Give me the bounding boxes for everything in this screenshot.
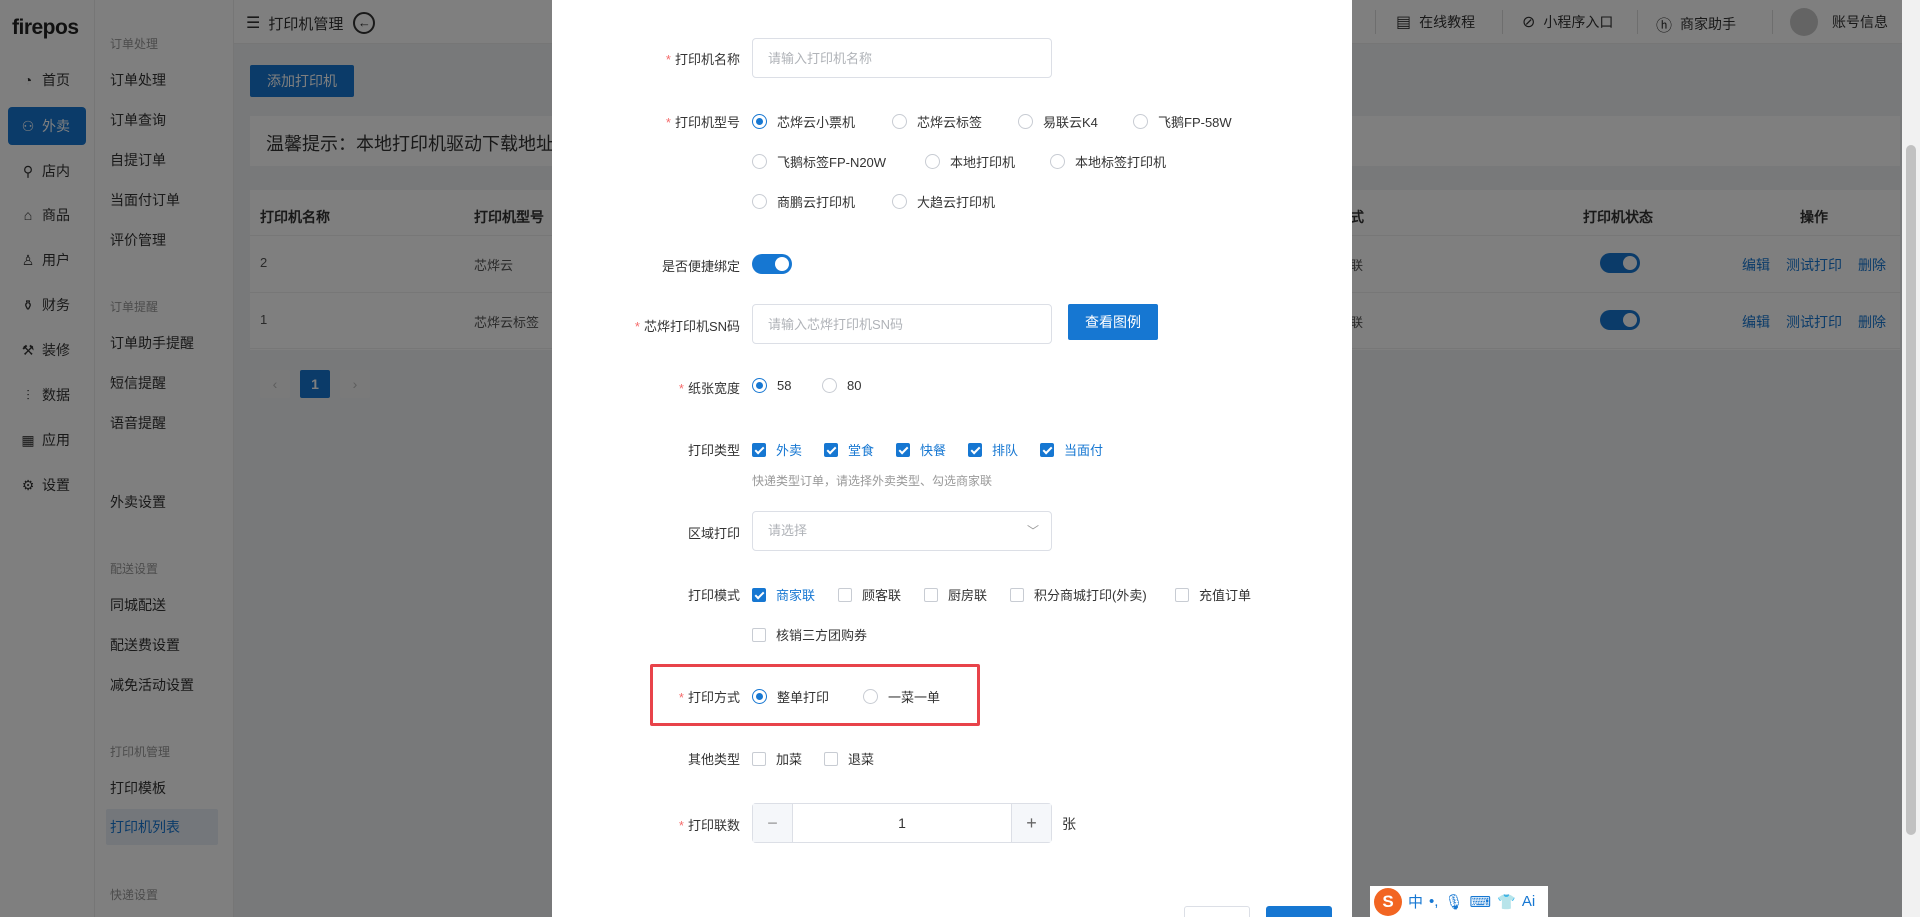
sogou-logo-icon[interactable]: S — [1374, 887, 1402, 916]
required-mark: * — [665, 52, 671, 67]
decrement-button[interactable]: − — [753, 804, 793, 842]
model-option[interactable]: 商鹏云打印机 — [752, 192, 855, 211]
checkbox-box — [924, 587, 938, 602]
paper-label: * 纸张宽度 — [678, 381, 740, 396]
checkbox-box — [824, 751, 838, 766]
model-option[interactable]: 大趋云打印机 — [892, 192, 995, 211]
radio-dot — [1133, 114, 1148, 129]
area-label: 区域打印 — [687, 526, 740, 541]
checkbox-box — [752, 587, 766, 602]
print-mode-checkbox[interactable]: 充值订单 — [1175, 585, 1251, 604]
radio-dot — [863, 689, 878, 704]
other-type-checkbox[interactable]: 加菜 — [752, 749, 802, 768]
model-option[interactable]: 本地标签打印机 — [1050, 152, 1166, 171]
print-type-checkbox[interactable]: 堂食 — [824, 440, 874, 459]
print-type-checkbox[interactable]: 快餐 — [896, 440, 946, 459]
sn-label: * 芯烨打印机SN码 — [634, 319, 740, 334]
model-option[interactable]: 本地打印机 — [925, 152, 1015, 171]
radio-dot — [752, 194, 767, 209]
checkbox-box — [1040, 442, 1054, 457]
radio-dot — [892, 194, 907, 209]
radio-dot — [752, 114, 767, 129]
quick-bind-toggle[interactable] — [752, 254, 792, 274]
radio-dot — [752, 154, 767, 169]
paper-option[interactable]: 80 — [822, 378, 861, 393]
radio-dot — [1050, 154, 1065, 169]
required-mark: * — [678, 690, 684, 705]
skin-icon[interactable]: 👕 — [1497, 893, 1516, 911]
model-option[interactable]: 芯烨云标签 — [892, 112, 982, 131]
view-example-button[interactable]: 查看图例 — [1068, 304, 1158, 340]
print-mode-checkbox[interactable]: 顾客联 — [838, 585, 901, 604]
print-type-checkbox[interactable]: 外卖 — [752, 440, 802, 459]
print-mode-checkbox[interactable]: 积分商城打印(外卖) — [1010, 585, 1147, 604]
cancel-button[interactable] — [1184, 906, 1250, 917]
sn-input[interactable] — [752, 304, 1052, 344]
bind-label: 是否便捷绑定 — [661, 259, 740, 274]
copies-stepper: − 1 + — [752, 803, 1052, 843]
checkbox-box — [824, 442, 838, 457]
print-mode-checkbox[interactable]: 核销三方团购券 — [752, 625, 867, 644]
model-option[interactable]: 飞鹅标签FP-N20W — [752, 152, 886, 171]
checkbox-box — [838, 587, 852, 602]
ime-lang-toggle[interactable]: 中 — [1408, 891, 1423, 912]
print-type-hint: 快递类型订单，请选择外卖类型、勾选商家联 — [752, 474, 993, 488]
checkbox-box — [968, 442, 982, 457]
radio-dot — [1018, 114, 1033, 129]
radio-dot — [752, 689, 767, 704]
area-select[interactable]: 请选择 ﹀ — [752, 511, 1052, 551]
required-mark: * — [678, 381, 684, 396]
paper-option[interactable]: 58 — [752, 378, 791, 393]
required-mark: * — [665, 115, 671, 130]
checkbox-box — [752, 442, 766, 457]
checkbox-box — [896, 442, 910, 457]
radio-dot — [925, 154, 940, 169]
confirm-button[interactable] — [1266, 906, 1332, 917]
copies-value[interactable]: 1 — [793, 804, 1011, 842]
required-mark: * — [634, 319, 640, 334]
print-type-label: 打印类型 — [687, 443, 740, 458]
other-label: 其他类型 — [687, 752, 740, 767]
keyboard-icon[interactable]: ⌨ — [1469, 893, 1491, 911]
ime-punct-toggle[interactable]: •, — [1429, 893, 1438, 910]
ai-icon[interactable]: Ai — [1522, 893, 1535, 910]
increment-button[interactable]: + — [1011, 804, 1051, 842]
mode-label: 打印模式 — [687, 588, 740, 603]
printer-name-input[interactable] — [752, 38, 1052, 78]
method-label: * 打印方式 — [678, 690, 740, 705]
radio-dot — [892, 114, 907, 129]
required-mark: * — [678, 818, 684, 833]
chevron-down-icon: ﹀ — [1026, 524, 1039, 538]
print-type-checkbox[interactable]: 当面付 — [1040, 440, 1103, 459]
name-label: * 打印机名称 — [665, 52, 740, 67]
model-option[interactable]: 易联云K4 — [1018, 112, 1098, 131]
checkbox-box — [1010, 587, 1024, 602]
model-option[interactable]: 飞鹅FP-58W — [1133, 112, 1232, 131]
copies-unit: 张 — [1062, 816, 1076, 832]
printer-dialog: *打印机名称 *打印机型号 芯烨云小票机 芯烨云标签 易联云K4 飞鹅FP-58… — [552, 0, 1352, 917]
other-type-checkbox[interactable]: 退菜 — [824, 749, 874, 768]
checkbox-box — [752, 627, 766, 642]
copies-label: * 打印联数 — [678, 818, 740, 833]
model-label: * 打印机型号 — [665, 115, 740, 130]
print-mode-checkbox[interactable]: 厨房联 — [924, 585, 987, 604]
ime-toolbar: S 中 •, 🎙 ⌨ 👕 Ai — [1370, 886, 1548, 917]
print-type-checkbox[interactable]: 排队 — [968, 440, 1018, 459]
microphone-icon[interactable]: 🎙 — [1444, 893, 1463, 911]
radio-dot — [752, 378, 767, 393]
scrollbar-thumb[interactable] — [1906, 145, 1916, 835]
checkbox-box — [752, 751, 766, 766]
method-option[interactable]: 一菜一单 — [863, 687, 940, 706]
checkbox-box — [1175, 587, 1189, 602]
print-mode-checkbox[interactable]: 商家联 — [752, 585, 815, 604]
radio-dot — [822, 378, 837, 393]
method-option[interactable]: 整单打印 — [752, 687, 829, 706]
model-option[interactable]: 芯烨云小票机 — [752, 112, 855, 131]
